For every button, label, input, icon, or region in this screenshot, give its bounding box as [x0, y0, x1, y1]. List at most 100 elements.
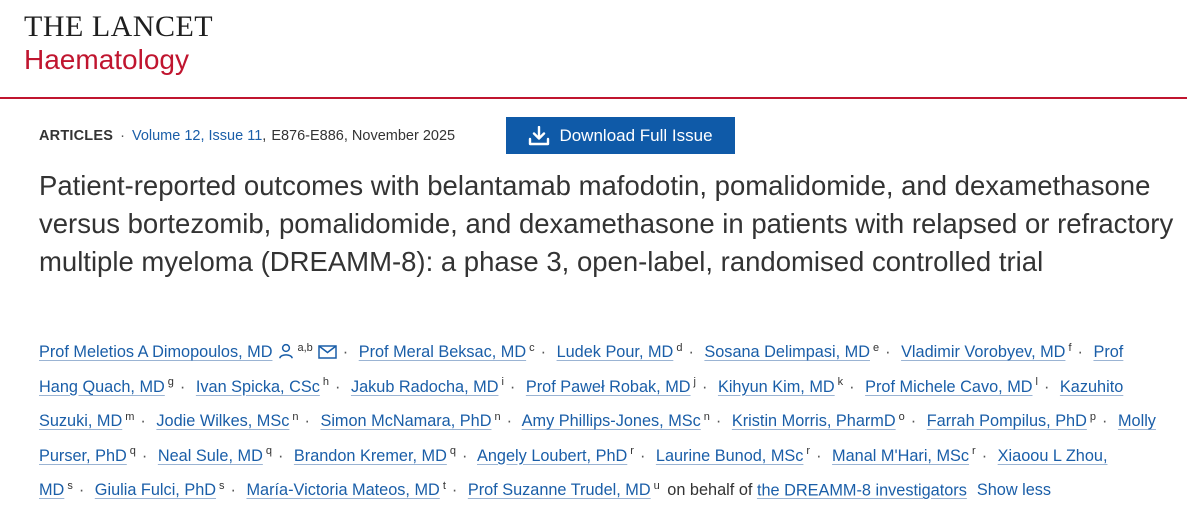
author-name-link[interactable]: Prof Michele Cavo, MD [865, 378, 1032, 396]
author-separator: · [141, 446, 148, 465]
journal-logo-main[interactable]: THE LANCET [24, 10, 213, 44]
affiliation-mark[interactable]: k [838, 376, 844, 388]
author-name-link[interactable]: Neal Sule, MD [158, 447, 263, 465]
affiliation-mark[interactable]: l [1036, 376, 1038, 388]
author-separator: · [816, 446, 822, 465]
author-name-link[interactable]: Jakub Radocha, MD [351, 378, 499, 396]
affiliation-mark[interactable]: c [529, 342, 535, 354]
download-icon [529, 125, 550, 145]
author-separator: · [981, 446, 988, 465]
affiliation-mark[interactable]: o [899, 411, 905, 423]
author-entry: Kristin Morris, PharmD o [732, 411, 905, 430]
author-separator: · [1043, 377, 1050, 396]
author-name-link[interactable]: Simon McNamara, PhD [320, 412, 491, 430]
author-name-link[interactable]: Prof Meral Beksac, MD [359, 343, 526, 361]
author-name-link[interactable]: Vladimir Vorobyev, MD [901, 343, 1065, 361]
show-less-link[interactable]: Show less [977, 481, 1051, 499]
author-name-link[interactable]: Ludek Pour, MD [557, 343, 674, 361]
affiliation-mark[interactable]: n [494, 411, 500, 423]
author-separator: · [1077, 343, 1083, 362]
author-separator: · [688, 343, 694, 362]
author-name-link[interactable]: Kristin Morris, PharmD [732, 412, 896, 430]
author-separator: · [342, 343, 349, 362]
author-name-link[interactable]: Brandon Kremer, MD [294, 447, 447, 465]
author-name-link[interactable]: Ivan Spicka, CSc [196, 378, 320, 396]
affiliation-mark[interactable]: g [168, 376, 174, 388]
group-author-link[interactable]: the DREAMM-8 investigators [757, 481, 967, 499]
author-entry: Brandon Kremer, MD q [294, 445, 456, 465]
author-name-link[interactable]: Sosana Delimpasi, MD [704, 343, 870, 361]
author-separator: · [540, 343, 547, 362]
affiliation-mark[interactable]: q [266, 445, 272, 457]
article-meta: ARTICLES · Volume 12, Issue 11 , E876-E8… [39, 117, 455, 155]
author-name-link[interactable]: Farrah Pompilus, PhD [927, 412, 1087, 430]
affiliation-mark[interactable]: f [1068, 342, 1071, 354]
affiliation-mark[interactable]: q [450, 445, 456, 457]
author-entry: Neal Sule, MD q [158, 445, 272, 465]
meta-comma: , [262, 128, 267, 144]
affiliation-mark[interactable]: j [694, 376, 696, 388]
journal-logo-sub[interactable]: Haematology [24, 44, 189, 76]
author-separator: · [509, 377, 516, 396]
affiliation-mark[interactable]: e [873, 342, 879, 354]
person-icon[interactable] [278, 343, 294, 359]
author-entry: Kihyun Kim, MD k [718, 376, 844, 396]
on-behalf-text: on behalf of [667, 481, 753, 500]
author-separator: · [451, 481, 458, 500]
author-name-link[interactable]: Manal M'Hari, MSc [832, 447, 969, 465]
author-name-link[interactable]: Amy Phillips-Jones, MSc [522, 412, 701, 430]
affiliation-mark[interactable]: r [630, 445, 634, 457]
journal-header: THE LANCET Haematology [0, 0, 1187, 99]
author-name-link[interactable]: Prof Paweł Robak, MD [526, 378, 691, 396]
author-entry: Angely Loubert, PhD r [477, 445, 634, 465]
author-entry: Jodie Wilkes, MSc n [156, 411, 298, 430]
author-separator: · [78, 481, 85, 500]
author-name-link[interactable]: Prof Meletios A Dimopoulos, MD [39, 343, 272, 361]
author-entry: Prof Paweł Robak, MD j [526, 376, 696, 396]
affiliation-mark[interactable]: s [67, 480, 73, 492]
affiliation-mark[interactable]: p [1090, 411, 1096, 423]
author-separator: · [639, 446, 646, 465]
author-entry: Ivan Spicka, CSc h [196, 376, 329, 396]
author-separator: · [702, 377, 708, 396]
author-separator: · [304, 412, 310, 431]
author-name-link[interactable]: Giulia Fulci, PhD [95, 481, 216, 499]
affiliation-mark[interactable]: t [443, 480, 446, 492]
affiliation-mark[interactable]: a,b [297, 342, 312, 354]
author-name-link[interactable]: Kihyun Kim, MD [718, 378, 835, 396]
author-separator: · [849, 377, 855, 396]
affiliation-mark[interactable]: n [292, 411, 298, 423]
author-separator: · [334, 377, 341, 396]
author-name-link[interactable]: Jodie Wilkes, MSc [156, 412, 289, 430]
author-entry: Amy Phillips-Jones, MSc n [522, 411, 710, 430]
affiliation-mark[interactable]: q [130, 445, 136, 457]
article-title: Patient-reported outcomes with belantama… [39, 170, 1174, 278]
issue-link[interactable]: Volume 12, Issue 11 [132, 128, 262, 144]
affiliation-mark[interactable]: r [972, 445, 976, 457]
article-pages-date: E876-E886, November 2025 [271, 128, 456, 144]
author-entry: Simon McNamara, PhD n [320, 411, 500, 430]
affiliation-mark[interactable]: n [704, 411, 710, 423]
author-entry: María-Victoria Mateos, MD t [246, 480, 446, 499]
author-separator: · [885, 343, 891, 362]
author-list: Prof Meletios A Dimopoulos, MD a,b · Prof … [39, 333, 1159, 505]
author-name-link[interactable]: Prof Suzanne Trudel, MD [468, 481, 651, 499]
meta-separator: · [120, 128, 125, 144]
affiliation-mark[interactable]: i [501, 376, 503, 388]
author-entry: Giulia Fulci, PhD s [95, 480, 225, 499]
affiliation-mark[interactable]: r [806, 445, 810, 457]
author-name-link[interactable]: Laurine Bunod, MSc [656, 447, 804, 465]
affiliation-mark[interactable]: s [219, 480, 225, 492]
affiliation-mark[interactable]: h [323, 376, 329, 388]
affiliation-mark[interactable]: m [125, 411, 134, 423]
mail-icon[interactable] [318, 345, 337, 360]
author-name-link[interactable]: Angely Loubert, PhD [477, 447, 627, 465]
affiliation-mark[interactable]: u [654, 480, 660, 492]
author-entry: Prof Meral Beksac, MD c [359, 342, 535, 361]
author-entry: Prof Meletios A Dimopoulos, MD a,b [39, 342, 337, 361]
author-separator: · [230, 481, 236, 500]
download-full-issue-button[interactable]: Download Full Issue [506, 117, 735, 154]
affiliation-mark[interactable]: d [676, 342, 682, 354]
article-type: ARTICLES [39, 128, 114, 144]
author-name-link[interactable]: María-Victoria Mateos, MD [246, 481, 439, 499]
